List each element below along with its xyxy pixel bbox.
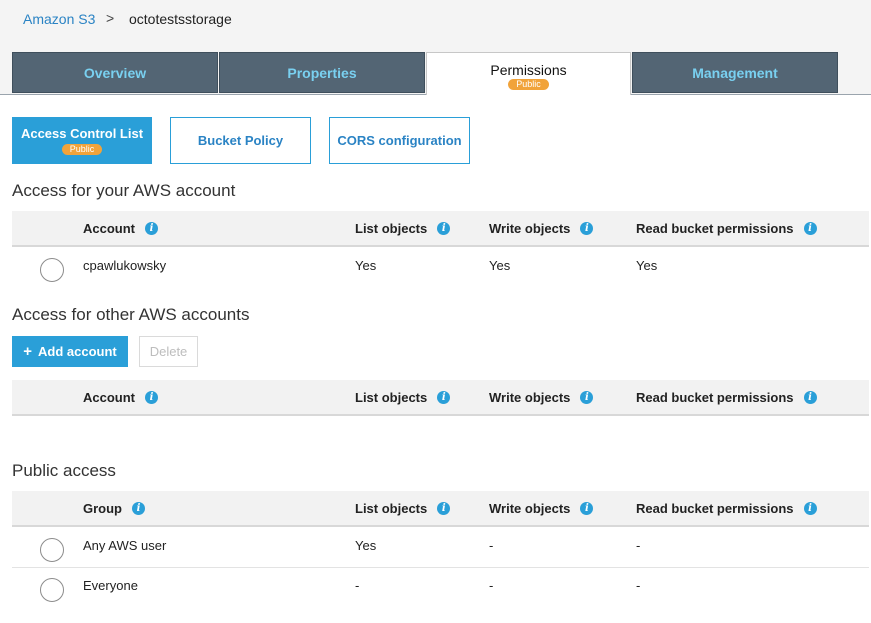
- column-header-group: Group i: [83, 501, 145, 516]
- column-header-list-objects: List objects i: [355, 390, 451, 405]
- sub-button-label: Access Control List: [20, 126, 144, 141]
- info-icon[interactable]: i: [580, 222, 594, 235]
- info-icon[interactable]: i: [437, 502, 451, 515]
- tab-permissions[interactable]: Permissions Public: [426, 52, 631, 95]
- column-header-write-objects: Write objects i: [489, 221, 594, 236]
- info-icon[interactable]: i: [803, 502, 817, 515]
- row-radio[interactable]: [40, 538, 64, 562]
- breadcrumb-amazon-s3-link[interactable]: Amazon S3: [23, 11, 95, 27]
- column-header-label: Read bucket permissions: [636, 501, 794, 516]
- delete-button[interactable]: Delete: [139, 336, 198, 367]
- column-header-label: Group: [83, 501, 122, 516]
- column-header-read-bucket-permissions: Read bucket permissions i: [636, 221, 817, 236]
- list-objects-value: Yes: [355, 538, 377, 553]
- tab-overview[interactable]: Overview: [12, 52, 218, 93]
- public-badge: Public: [61, 144, 103, 155]
- row-radio[interactable]: [40, 578, 64, 602]
- info-icon[interactable]: i: [437, 222, 451, 235]
- column-header-write-objects: Write objects i: [489, 390, 594, 405]
- table-header-public: Group i List objects i Write objects i Read…: [12, 491, 869, 527]
- tab-label: Management: [692, 64, 778, 81]
- row-radio[interactable]: [40, 258, 64, 282]
- public-badge: Public: [508, 79, 549, 90]
- table-row[interactable]: cpawlukowsky Yes Yes Yes: [12, 248, 869, 290]
- read-bucket-permissions-value: -: [636, 578, 641, 593]
- group-name: Everyone: [83, 578, 138, 593]
- sub-button-label: Bucket Policy: [197, 133, 284, 148]
- table-row[interactable]: Any AWS user Yes - -: [12, 528, 869, 568]
- bucket-policy-button[interactable]: Bucket Policy: [170, 117, 311, 164]
- column-header-label: List objects: [355, 221, 428, 236]
- write-objects-value: Yes: [489, 258, 511, 273]
- plus-icon: +: [23, 343, 33, 360]
- tab-label: Overview: [83, 64, 147, 81]
- section-title-public-access: Public access: [12, 461, 116, 480]
- chevron-right-icon: >: [106, 10, 115, 26]
- column-header-read-bucket-permissions: Read bucket permissions i: [636, 501, 817, 516]
- sub-button-label: CORS configuration: [337, 133, 462, 148]
- info-icon[interactable]: i: [803, 391, 817, 404]
- access-control-list-button[interactable]: Access Control List Public: [12, 117, 152, 164]
- tab-management[interactable]: Management: [632, 52, 838, 93]
- account-name: cpawlukowsky: [83, 258, 167, 273]
- cors-configuration-button[interactable]: CORS configuration: [329, 117, 470, 164]
- column-header-read-bucket-permissions: Read bucket permissions i: [636, 390, 817, 405]
- section-title-other-accounts: Access for other AWS accounts: [12, 305, 250, 324]
- group-name: Any AWS user: [83, 538, 167, 553]
- info-icon[interactable]: i: [437, 391, 451, 404]
- column-header-label: List objects: [355, 390, 428, 405]
- table-header-other: Account i List objects i Write objects i Re…: [12, 380, 869, 416]
- column-header-account: Account i: [83, 221, 158, 236]
- column-header-account: Account i: [83, 390, 158, 405]
- tab-label: Properties: [287, 64, 357, 81]
- info-icon[interactable]: i: [145, 391, 158, 404]
- add-account-label: Add account: [38, 344, 117, 359]
- column-header-write-objects: Write objects i: [489, 501, 594, 516]
- add-account-button[interactable]: + Add account: [12, 336, 128, 367]
- info-icon[interactable]: i: [145, 222, 158, 235]
- column-header-label: Read bucket permissions: [636, 221, 794, 236]
- column-header-list-objects: List objects i: [355, 221, 451, 236]
- column-header-label: Write objects: [489, 221, 571, 236]
- read-bucket-permissions-value: -: [636, 538, 641, 553]
- column-header-list-objects: List objects i: [355, 501, 451, 516]
- list-objects-value: -: [355, 578, 360, 593]
- column-header-label: List objects: [355, 501, 428, 516]
- table-header-own: Account i List objects i Write objects i Re…: [12, 211, 869, 247]
- column-header-label: Account: [83, 390, 135, 405]
- list-objects-value: Yes: [355, 258, 377, 273]
- info-icon[interactable]: i: [580, 502, 594, 515]
- write-objects-value: -: [489, 578, 494, 593]
- column-header-label: Write objects: [489, 501, 571, 516]
- info-icon[interactable]: i: [580, 391, 594, 404]
- info-icon[interactable]: i: [803, 222, 817, 235]
- write-objects-value: -: [489, 538, 494, 553]
- read-bucket-permissions-value: Yes: [636, 258, 658, 273]
- column-header-label: Write objects: [489, 390, 571, 405]
- column-header-label: Account: [83, 221, 135, 236]
- info-icon[interactable]: i: [132, 502, 145, 515]
- section-title-own-account: Access for your AWS account: [12, 181, 236, 200]
- tab-label: Permissions: [490, 62, 567, 78]
- tab-properties[interactable]: Properties: [219, 52, 425, 93]
- breadcrumb-current-bucket: octotestsstorage: [129, 11, 232, 27]
- column-header-label: Read bucket permissions: [636, 390, 794, 405]
- table-row[interactable]: Everyone - - -: [12, 568, 869, 608]
